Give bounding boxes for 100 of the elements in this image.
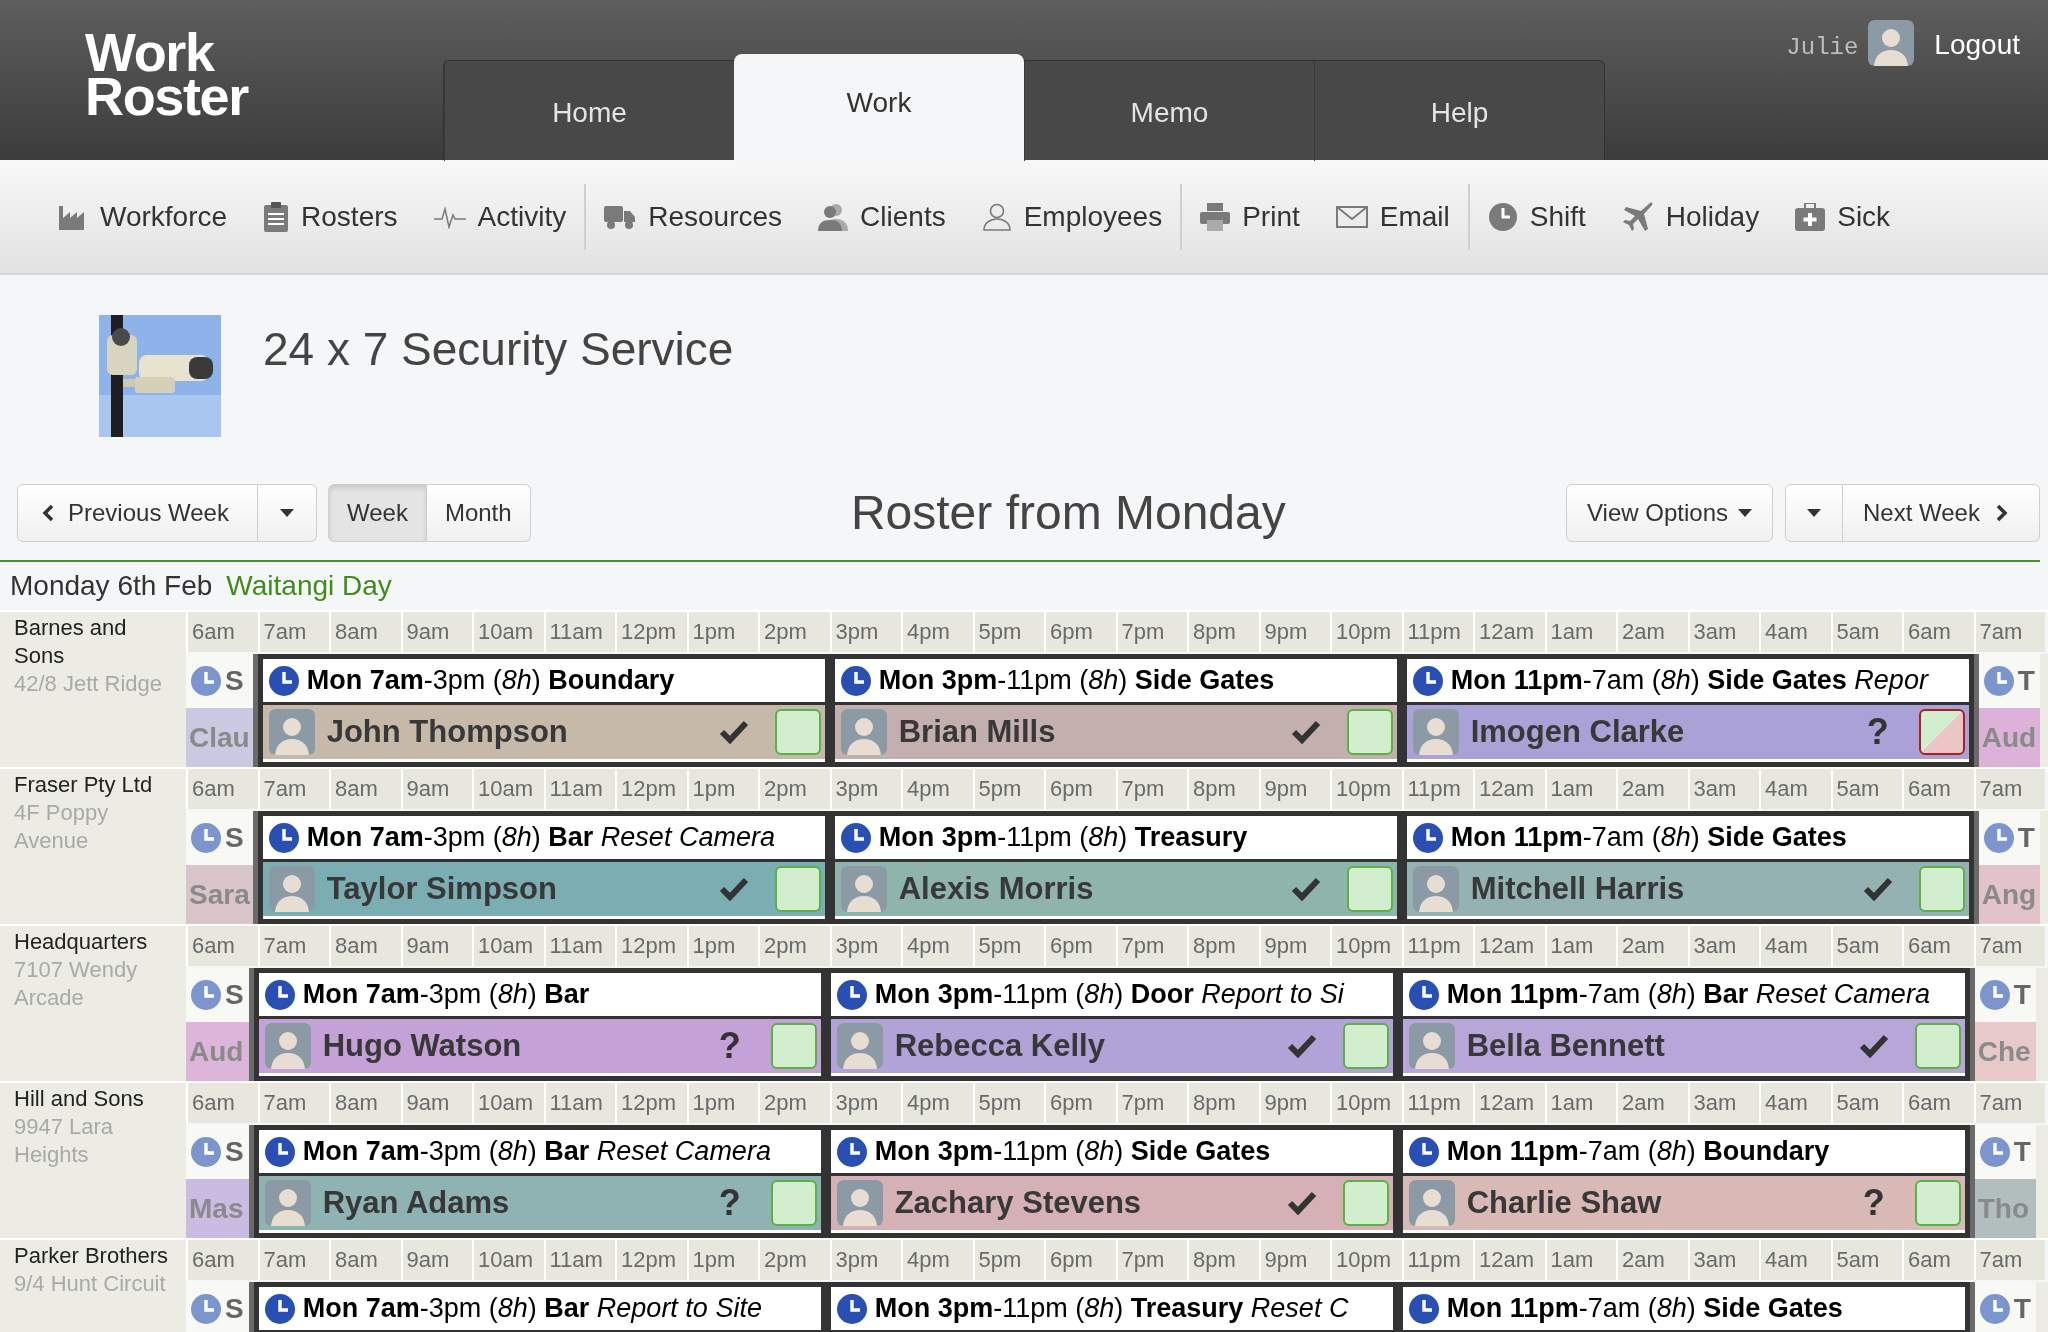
clock-icon [191,980,221,1010]
toolbar-button[interactable]: Resources [604,195,783,238]
hour-label: 3pm [835,619,879,644]
shift-card[interactable]: Mon 7am-3pm (8h) Bar Report to Site [253,1282,826,1332]
shift-title: Mon 11pm-7am (8h) Side Gates Repor [1450,664,1928,698]
avatar-icon [840,709,887,755]
dropdown-button[interactable] [1785,484,1843,542]
shift-card[interactable]: Mon 11pm-7am (8h) Bar Reset Camera Bella Bennett [1397,968,1970,1081]
partial-shift-card[interactable]: S Clau [186,654,258,767]
hour-label: 3am [1693,933,1737,958]
partial-shift-card[interactable]: T Ang [1973,811,2040,924]
shift-title: Mon 3pm-11pm (8h) Door Report to Si [874,978,1344,1012]
status-checkbox[interactable] [1914,1023,1961,1069]
status-checkbox[interactable] [774,709,821,755]
hour-label: 5pm [978,933,1022,958]
logout-link[interactable]: Logout [1934,24,2020,66]
status-checkbox[interactable] [770,1023,817,1069]
hour-label: 9pm [1264,619,1308,644]
hour-label: 11am [549,1090,603,1115]
hour-label: 4am [1765,1090,1808,1115]
hour-label: 6am [192,1090,235,1115]
hour-label: 2am [1622,1247,1665,1272]
partial-shift-card[interactable]: T [1969,1282,2036,1332]
shift-initial: T [2017,821,2035,855]
shift-card[interactable]: Mon 3pm-11pm (8h) Door Report to Si Rebecca Kelly [825,968,1398,1081]
status-checkbox[interactable] [1346,709,1393,755]
shift-card[interactable]: Mon 3pm-11pm (8h) Side Gates Zachary Stevens [825,1125,1398,1238]
clock-icon [836,1136,867,1167]
shift-card[interactable]: Mon 11pm-7am (8h) Side Gates [1397,1282,1970,1332]
partial-shift-card[interactable]: T Che [1969,968,2036,1081]
hour-label: 6am [1908,1247,1951,1272]
clock-icon [191,1137,221,1167]
partial-shift-card[interactable]: S Sara [186,811,258,924]
shift-card[interactable]: Mon 3pm-11pm (8h) Treasury Reset C [825,1282,1398,1332]
clock-icon [1983,666,2014,696]
clipboard-icon [263,201,290,232]
status-checkbox[interactable] [770,1180,817,1226]
shift-card[interactable]: Mon 7am-3pm (8h) Bar Reset Camera Ryan Adams ? [253,1125,826,1238]
hour-label: 10am [478,776,534,801]
status-checkbox[interactable] [774,866,821,912]
clock-icon [1487,201,1518,232]
toolbar-button[interactable]: Rosters [263,195,398,238]
shift-card[interactable]: Mon 11pm-7am (8h) Side Gates Repor Imogen Clarke ? [1401,654,1974,767]
dropdown-button[interactable] [258,484,317,542]
hour-label: 4pm [907,933,950,958]
hour-label: 9am [406,1090,450,1115]
hour-label: 5am [1836,776,1880,801]
toolbar-button[interactable]: Holiday [1621,195,1760,238]
hour-label: 1am [1550,1090,1594,1115]
toolbar-button[interactable]: Print [1200,195,1300,238]
partial-shift-card[interactable]: S Mas [186,1125,254,1238]
status-checkbox[interactable] [1914,1180,1961,1226]
clock-icon [836,1293,867,1324]
hour-label: 9am [406,933,450,958]
view-toggle[interactable]: Month [426,484,531,542]
hour-label: 10am [478,1090,534,1115]
shift-card[interactable]: Mon 3pm-11pm (8h) Side Gates Brian Mills [829,654,1402,767]
hour-label: 12pm [621,776,677,801]
partial-shift-card[interactable]: T Aud [1973,654,2040,767]
toolbar-button[interactable]: Employees [981,195,1163,238]
previous-week-button[interactable]: Previous Week [17,484,258,542]
shift-title: Mon 7am-3pm (8h) Bar Report to Site [302,1292,762,1326]
view-options-button[interactable]: View Options [1566,484,1773,542]
printer-icon [1200,202,1231,231]
view-toggle[interactable]: Week [328,484,427,542]
status-checkbox[interactable] [1346,866,1393,912]
shift-card[interactable]: Mon 7am-3pm (8h) Bar Hugo Watson ? [253,968,826,1081]
shift-card[interactable]: Mon 3pm-11pm (8h) Treasury Alexis Morris [829,811,1402,924]
status-checkbox[interactable] [1342,1023,1389,1069]
toolbar-button[interactable]: Activity [433,195,567,238]
hour-label: 6am [1908,619,1951,644]
unconfirmed-mark: ? [1865,710,1890,754]
shift-card[interactable]: Mon 7am-3pm (8h) Bar Reset Camera Taylor Simpson [257,811,830,924]
toolbar-button[interactable]: Shift [1487,195,1586,238]
clock-icon [1979,1137,2010,1167]
nav-tab[interactable]: Work [734,54,1024,161]
roster-title: Roster from Monday [850,485,1286,541]
chevron-left-icon [42,504,54,522]
hour-label: 7am [1979,619,2023,644]
toolbar-button[interactable]: Sick [1795,195,1891,238]
toolbar-button[interactable]: Workforce [58,195,228,238]
shift-initial: T [2013,1135,2031,1169]
hour-label: 2am [1622,1090,1665,1115]
toolbar-button[interactable]: Clients [818,195,946,238]
partial-shift-card[interactable]: S Aud [186,968,254,1081]
avatar-icon [264,1180,311,1226]
toolbar-button[interactable]: Email [1335,195,1450,238]
status-checkbox[interactable] [1342,1180,1389,1226]
status-checkbox[interactable] [1918,709,1965,755]
hour-label: 11am [549,1247,603,1272]
hour-label: 8am [335,1247,378,1272]
next-week-button[interactable]: Next Week [1843,484,2040,542]
shift-card[interactable]: Mon 11pm-7am (8h) Boundary Charlie Shaw ? [1397,1125,1970,1238]
user-name: Julie [1786,33,1859,63]
shift-card[interactable]: Mon 11pm-7am (8h) Side Gates Mitchell Harris [1401,811,1974,924]
status-checkbox[interactable] [1918,866,1965,912]
shift-title: Mon 7am-3pm (8h) Bar Reset Camera [306,821,775,855]
partial-shift-card[interactable]: S [186,1282,254,1332]
hour-label: 3am [1693,1247,1737,1272]
shift-card[interactable]: Mon 7am-3pm (8h) Boundary John Thompson [257,654,830,767]
